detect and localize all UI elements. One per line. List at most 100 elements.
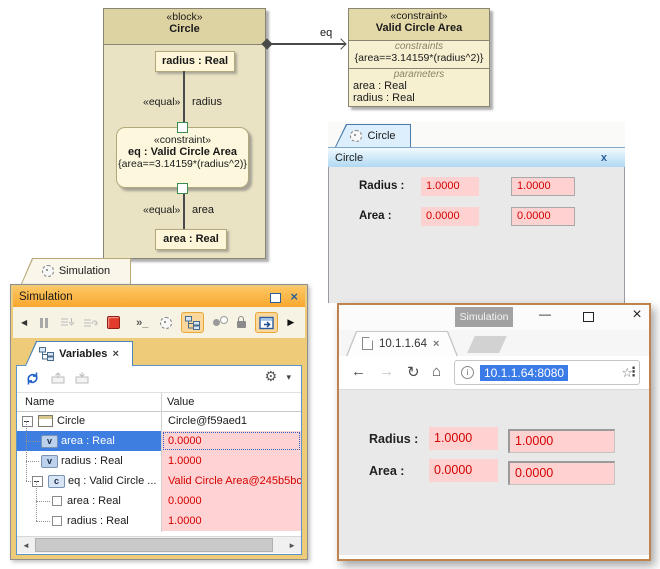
value-property-icon: v — [41, 455, 58, 468]
step-into-icon — [59, 316, 75, 329]
column-name[interactable]: Name — [25, 396, 54, 408]
stop-button[interactable] — [107, 316, 120, 329]
forward-icon[interactable]: → — [379, 363, 394, 380]
row-value[interactable]: 0.0000 — [162, 491, 301, 511]
options-dropdown-icon[interactable]: ▾ — [286, 372, 291, 383]
table-row[interactable]: radius : Real 1.0000 — [17, 511, 301, 531]
toolbar-overflow-right-icon[interactable]: ▶ — [287, 317, 294, 328]
variables-view-button[interactable] — [181, 312, 204, 333]
circle-panel-header: Circle x — [328, 147, 625, 169]
constraints-compartment: constraints {area==3.14159*(radius^2)} — [349, 41, 489, 69]
tab-simulation[interactable]: Simulation — [21, 258, 131, 284]
tab-circle[interactable]: Circle — [335, 124, 411, 147]
simulation-icon — [42, 265, 54, 277]
constraint-property-expression: {area==3.14159*(radius^2)} — [117, 158, 248, 170]
browser-tab[interactable]: 10.1.1.64 × — [346, 331, 458, 356]
url-input[interactable]: 10.1.1.64:8080 — [480, 365, 568, 381]
float-window-icon[interactable] — [270, 293, 281, 303]
table-row[interactable]: Circle Circle@f59aed1 — [17, 411, 301, 431]
toolbar-overflow-left-icon[interactable]: ◀ — [21, 318, 27, 327]
info-icon[interactable]: i — [461, 366, 474, 379]
step-into-button[interactable] — [59, 316, 75, 329]
web-radius-label: Radius : — [369, 432, 418, 446]
circle-panel-title: Circle — [335, 152, 363, 164]
browser-tab-close-icon[interactable]: × — [433, 338, 439, 350]
browser-window-label: Simulation — [455, 307, 513, 327]
tab-variables-close-icon[interactable]: × — [112, 348, 118, 360]
equal-stereotype-top: «equal» — [143, 96, 180, 108]
panel-area-display: 0.0000 — [421, 207, 479, 226]
scroll-right-icon[interactable]: ► — [288, 541, 296, 550]
row-value[interactable]: Circle@f59aed1 — [162, 411, 301, 431]
radius-part[interactable]: radius : Real — [155, 51, 235, 72]
column-value[interactable]: Value — [167, 393, 194, 411]
simulation-window: Simulation Simulation × ◀ — [10, 258, 308, 560]
maximize-button[interactable] — [583, 312, 594, 322]
variables-panel: ⚙ ▾ Name Value Circle Circle@f59ae — [16, 365, 302, 555]
eq-connector-label: eq — [320, 27, 332, 39]
simulation-close-button[interactable]: × — [290, 289, 298, 304]
panel-area-input[interactable]: 0.0000 — [511, 207, 575, 226]
open-arrowhead-icon — [335, 38, 346, 49]
circle-panel-close-button[interactable]: x — [601, 148, 607, 168]
stop-icon — [107, 316, 120, 329]
constraint-block[interactable]: «constraint» Valid Circle Area constrain… — [348, 8, 490, 107]
open-web-ui-button[interactable] — [255, 312, 278, 333]
row-value[interactable]: 1.0000 — [162, 451, 301, 471]
area-parameter-port[interactable] — [177, 183, 188, 194]
browser-menu-icon[interactable]: ⋮ — [627, 364, 640, 380]
animation-options-button[interactable] — [160, 317, 172, 329]
browser-titlebar[interactable]: Simulation — × — [339, 305, 649, 330]
refresh-button[interactable] — [25, 371, 40, 389]
constraint-property[interactable]: «constraint» eq : Valid Circle Area {are… — [116, 127, 249, 188]
row-value[interactable]: 0.0000 — [162, 431, 301, 451]
table-row[interactable]: c eq : Valid Circle ... Valid Circle Are… — [17, 471, 301, 491]
lock-button[interactable] — [237, 317, 246, 328]
back-icon[interactable]: ← — [351, 363, 366, 380]
minimize-button[interactable]: — — [535, 307, 555, 321]
horizontal-scrollbar[interactable]: ◄ ► — [17, 536, 301, 553]
scroll-left-icon[interactable]: ◄ — [22, 541, 30, 550]
row-name: Circle — [57, 411, 85, 431]
console-button[interactable]: »_ — [136, 317, 148, 329]
table-row-selected[interactable]: v area : Real 0.0000 — [17, 431, 301, 451]
export-up-button[interactable] — [51, 372, 65, 387]
inactive-tab[interactable] — [467, 336, 507, 353]
tab-variables-label: Variables — [59, 348, 107, 360]
web-area-input[interactable]: 0.0000 — [508, 461, 615, 485]
url-box[interactable]: i 10.1.1.64:8080 ☆ — [454, 360, 640, 385]
step-over-button[interactable] — [82, 316, 98, 329]
radius-parameter-port[interactable] — [177, 122, 188, 133]
pause-button[interactable] — [39, 318, 49, 328]
constraint-expression: {area==3.14159*(radius^2)} — [349, 52, 489, 64]
variables-table-header: Name Value — [17, 393, 301, 412]
tab-variables[interactable]: Variables × — [25, 341, 133, 366]
area-part[interactable]: area : Real — [155, 229, 227, 250]
web-area-display: 0.0000 — [429, 459, 498, 482]
parameters-caption: parameters — [353, 69, 485, 80]
panel-area-label: Area : — [359, 210, 392, 222]
breakpoints-button[interactable] — [213, 316, 228, 330]
row-value[interactable]: Valid Circle Area@245b5bc — [162, 471, 301, 491]
table-row[interactable]: area : Real 0.0000 — [17, 491, 301, 511]
simulation-titlebar[interactable]: Simulation × — [13, 287, 305, 307]
scrollbar-thumb[interactable] — [35, 538, 273, 552]
row-value[interactable]: 1.0000 — [162, 511, 301, 531]
panel-radius-input[interactable]: 1.0000 — [511, 177, 575, 196]
table-row[interactable]: v radius : Real 1.0000 — [17, 451, 301, 471]
step-over-icon — [82, 316, 98, 329]
maximize-icon — [583, 312, 594, 322]
browser-tabstrip: 10.1.1.64 × — [339, 330, 649, 356]
binding-connector-radius[interactable] — [183, 71, 185, 122]
export-down-button[interactable] — [75, 372, 89, 387]
page-icon — [362, 337, 373, 350]
equal-stereotype-bottom: «equal» — [143, 204, 180, 216]
home-icon[interactable]: ⌂ — [432, 363, 441, 380]
reload-icon[interactable]: ↻ — [407, 363, 420, 381]
binding-connector-area[interactable] — [183, 194, 185, 230]
close-button[interactable]: × — [627, 306, 647, 324]
options-gear-button[interactable]: ⚙ — [264, 368, 277, 385]
eq-connector[interactable] — [266, 43, 346, 45]
area-role-label: area — [192, 204, 214, 216]
web-radius-input[interactable]: 1.0000 — [508, 429, 615, 453]
